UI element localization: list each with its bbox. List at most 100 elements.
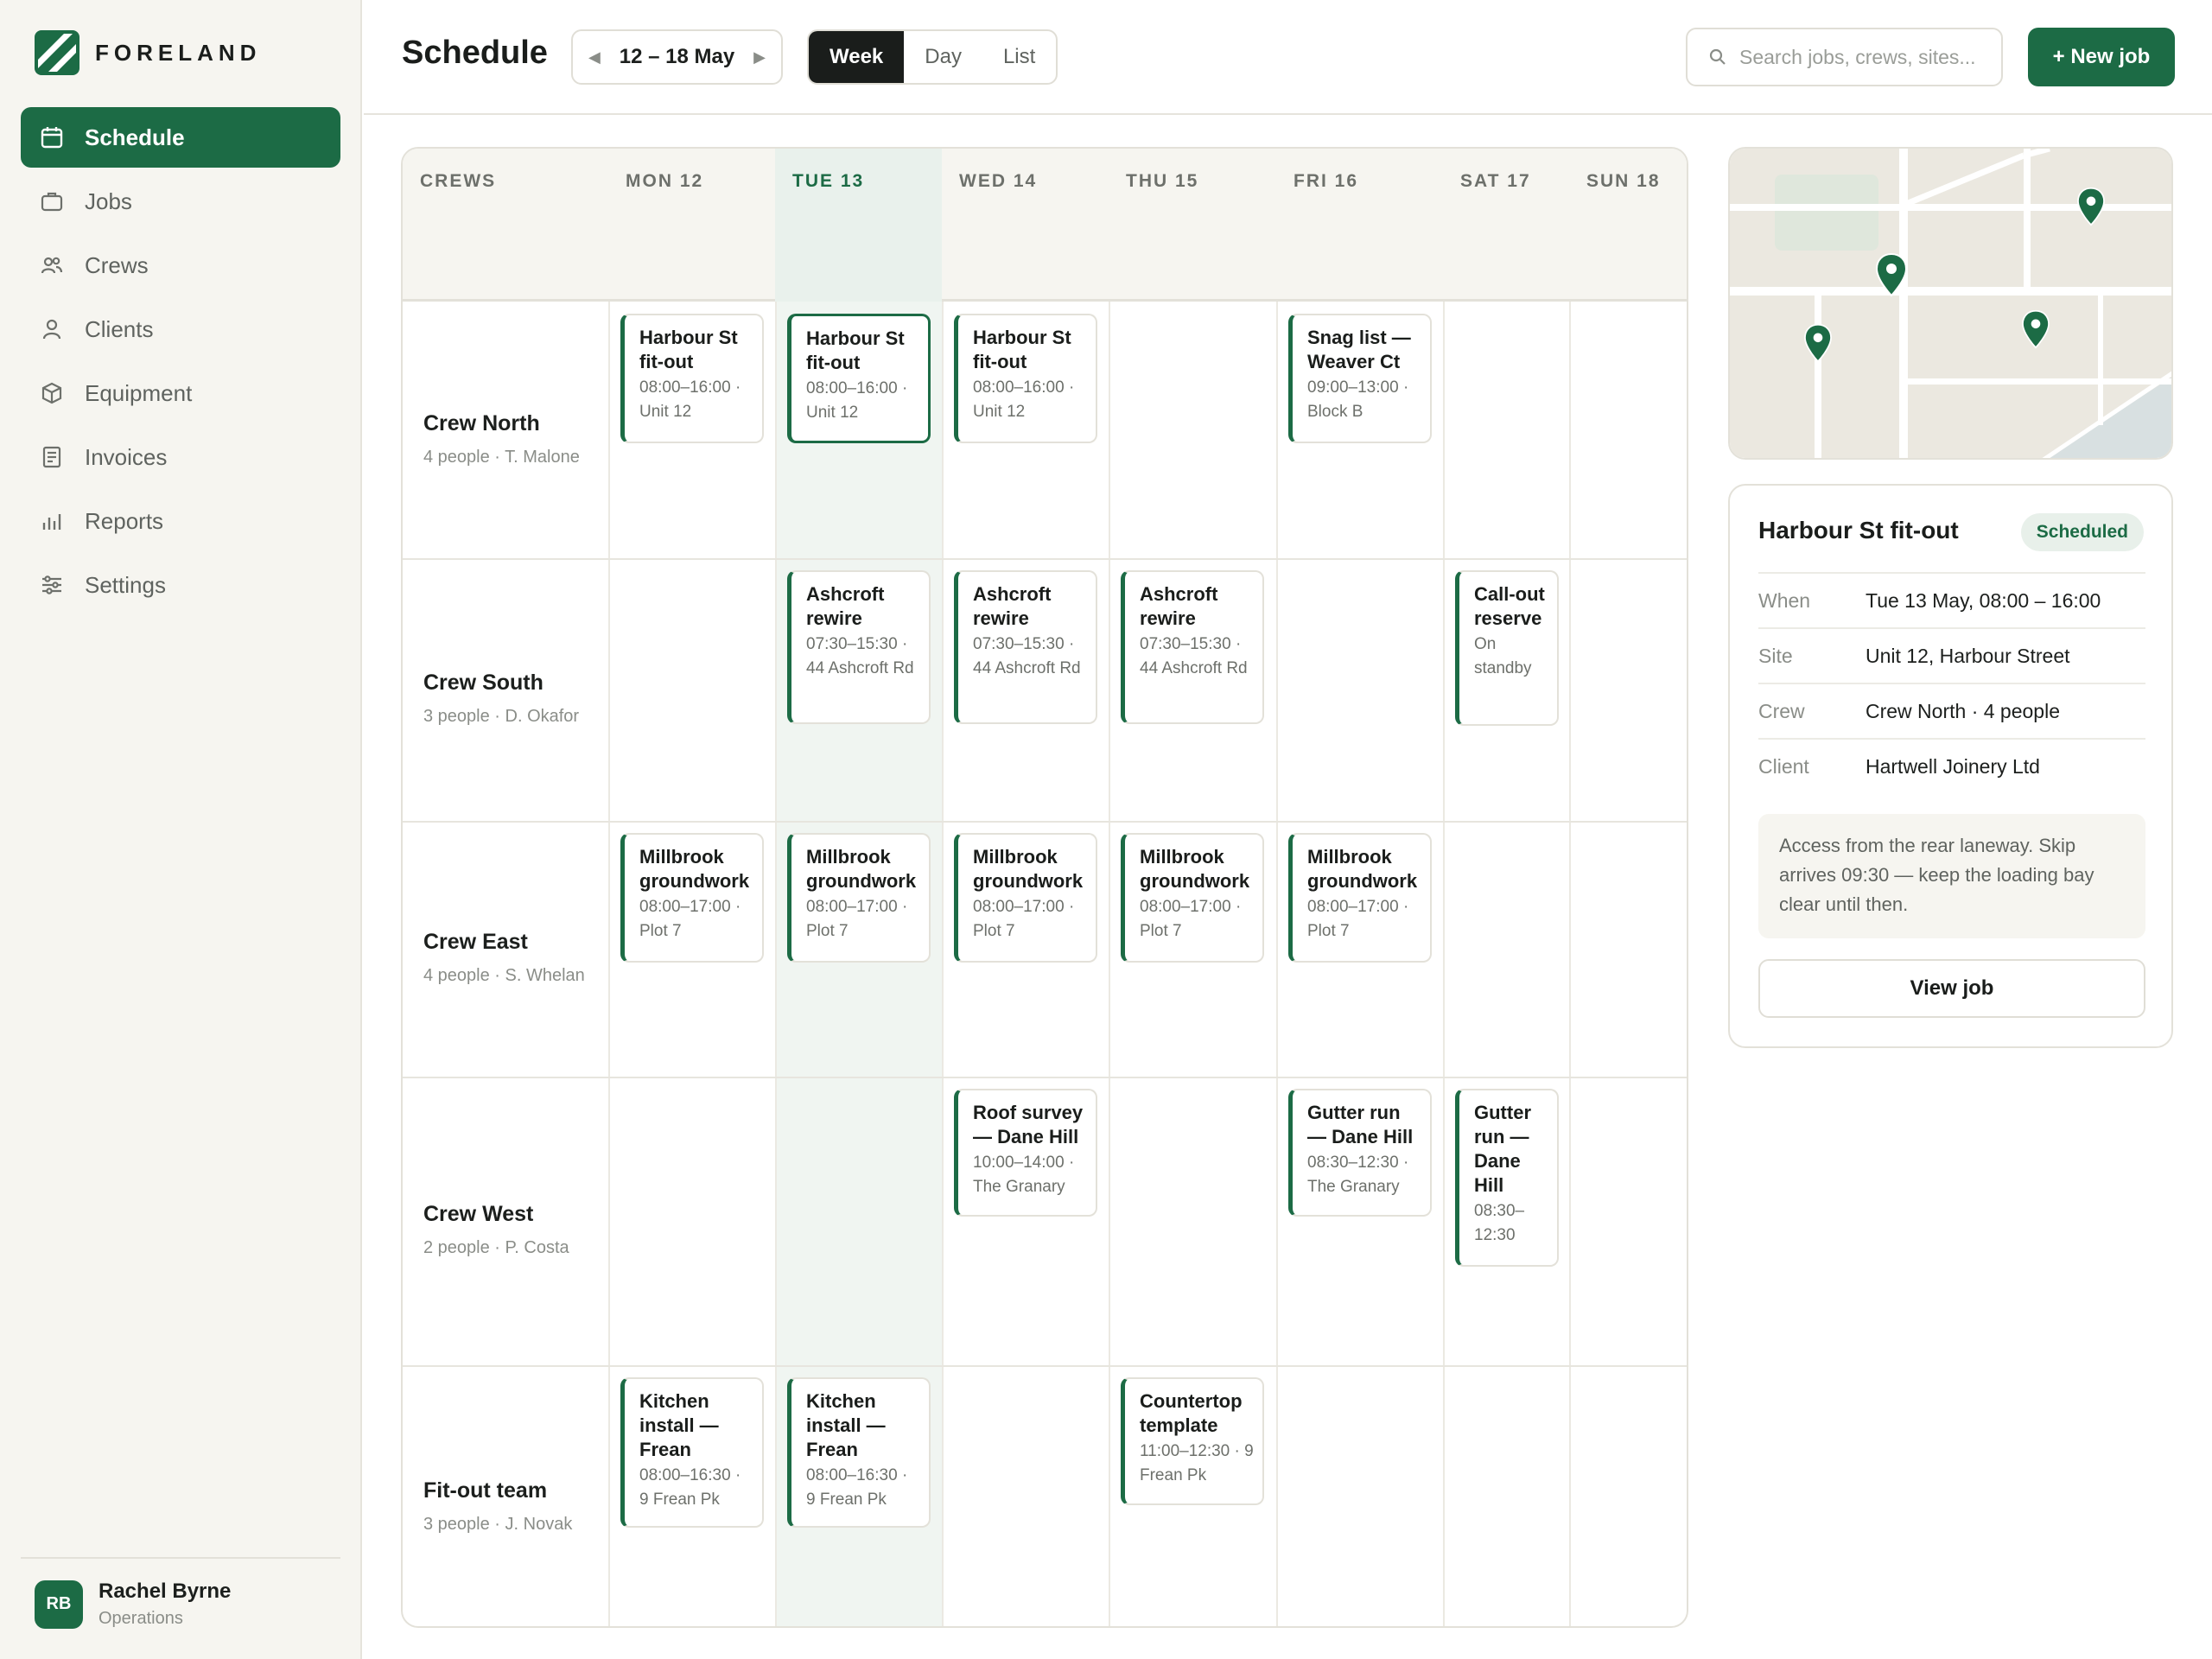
nav-item-jobs[interactable]: Jobs [21, 171, 340, 232]
sidebar: FORELAND Schedule Jobs Crews Clients Equ… [0, 0, 362, 1659]
crew-row-label[interactable]: Crew East 4 people · S. Whelan [423, 930, 596, 989]
crew-name: Fit-out team [423, 1478, 548, 1503]
day-header[interactable]: MON 12 [626, 171, 703, 192]
job-title: Harbour St fit-out [973, 327, 1071, 372]
avatar: RB [35, 1580, 83, 1629]
job-card[interactable]: Harbour St fit-out 08:00–16:00 · Unit 12 [787, 314, 931, 443]
job-title: Ashcroft rewire [973, 583, 1052, 629]
job-card[interactable]: Kitchen install — Frean 08:00–16:30 · 9 F… [620, 1377, 764, 1528]
job-title: Ashcroft rewire [806, 583, 885, 629]
main-nav: Schedule Jobs Crews Clients Equipment In… [21, 107, 340, 619]
job-card[interactable]: Millbrook groundwork 08:00–17:00 · Plot 7 [787, 833, 931, 963]
bar-chart-icon [38, 507, 66, 535]
day-header[interactable]: SAT 17 [1460, 171, 1531, 192]
detail-row-when: When Tue 13 May, 08:00 – 16:00 [1758, 572, 2145, 627]
calendar-icon [38, 124, 66, 151]
job-meta: 08:00–17:00 · Plot 7 [806, 898, 908, 940]
job-title: Kitchen install — Frean [639, 1390, 719, 1460]
map-canvas [1730, 149, 2171, 458]
nav-label: Crews [85, 251, 149, 278]
crew-row-label[interactable]: Crew West 2 people · P. Costa [423, 1202, 596, 1262]
job-card[interactable]: Millbrook groundwork 08:00–17:00 · Plot 7 [620, 833, 764, 963]
nav-item-settings[interactable]: Settings [21, 555, 340, 615]
day-header[interactable]: THU 15 [1126, 171, 1198, 192]
job-card[interactable]: Countertop template 11:00–12:30 · 9 Frean… [1121, 1377, 1264, 1505]
detail-value: Unit 12, Harbour Street [1866, 644, 2070, 667]
grid-column-divider [1276, 149, 1278, 1626]
job-title: Roof survey — Dane Hill [973, 1102, 1084, 1147]
day-header[interactable]: FRI 16 [1294, 171, 1358, 192]
nav-item-equipment[interactable]: Equipment [21, 363, 340, 423]
job-meta: 08:30–12:30 · The Granary [1307, 1154, 1409, 1196]
crew-meta: 3 people · D. Okafor [423, 707, 580, 726]
nav-label: Jobs [85, 188, 132, 214]
brand-logo[interactable]: FORELAND [35, 30, 261, 75]
grid-column-divider [1569, 149, 1571, 1626]
date-range-label: 12 – 18 May [619, 45, 735, 68]
view-day-button[interactable]: Day [904, 31, 982, 83]
nav-label: Schedule [85, 124, 185, 150]
map-pin-icon[interactable] [1802, 323, 1834, 363]
user-profile[interactable]: RB Rachel Byrne Operations [21, 1557, 340, 1629]
crew-name: Crew South [423, 671, 543, 695]
search-input[interactable] [1739, 45, 1999, 69]
detail-value: Tue 13 May, 08:00 – 16:00 [1866, 588, 2101, 612]
view-list-button[interactable]: List [982, 31, 1056, 83]
prev-week-icon[interactable]: ◀ [588, 48, 601, 67]
schedule-grid: CREWS MON 12 TUE 13 WED 14 THU 15 FRI 16 SAT … [401, 147, 1688, 1628]
nav-label: Settings [85, 571, 166, 598]
nav-item-schedule[interactable]: Schedule [21, 107, 340, 168]
job-card[interactable]: Gutter run — Dane Hill 08:30–12:30 · The … [1288, 1089, 1432, 1217]
grid-column-divider [1109, 149, 1110, 1626]
view-week-button[interactable]: Week [809, 31, 905, 83]
user-role: Operations [99, 1609, 183, 1628]
job-card[interactable]: Call-out reserve On standby [1455, 570, 1559, 726]
job-card[interactable]: Harbour St fit-out 08:00–16:00 · Unit 12 [620, 314, 764, 443]
nav-item-invoices[interactable]: Invoices [21, 427, 340, 487]
job-title: Gutter run — Dane Hill [1307, 1102, 1414, 1147]
detail-row-site: Site Unit 12, Harbour Street [1758, 627, 2145, 683]
job-card[interactable]: Ashcroft rewire 07:30–15:30 · 44 Ashcroft… [787, 570, 931, 724]
job-card[interactable]: Roof survey — Dane Hill 10:00–14:00 · The… [954, 1089, 1097, 1217]
map-pin-icon[interactable] [2020, 309, 2051, 349]
map-pin-icon[interactable] [1874, 252, 1909, 297]
job-title: Millbrook groundwork [1307, 846, 1418, 892]
job-map[interactable] [1728, 147, 2173, 460]
job-card[interactable]: Millbrook groundwork 08:00–17:00 · Plot 7 [954, 833, 1097, 963]
page-title: Schedule [402, 35, 548, 71]
job-card[interactable]: Millbrook groundwork 08:00–17:00 · Plot 7 [1121, 833, 1264, 963]
nav-item-crews[interactable]: Crews [21, 235, 340, 296]
view-job-button[interactable]: View job [1758, 959, 2145, 1018]
job-card[interactable]: Ashcroft rewire 07:30–15:30 · 44 Ashcroft… [1121, 570, 1264, 724]
job-meta: 09:00–13:00 · Block B [1307, 378, 1409, 421]
search-box [1686, 28, 2003, 86]
job-meta: 08:00–16:00 · Unit 12 [806, 379, 908, 422]
detail-label: Crew [1758, 699, 1805, 722]
job-card[interactable]: Millbrook groundwork 08:00–17:00 · Plot 7 [1288, 833, 1432, 963]
job-card[interactable]: Kitchen install — Frean 08:00–16:30 · 9 F… [787, 1377, 931, 1528]
grid-row-divider [403, 1077, 1687, 1078]
new-job-button[interactable]: + New job [2028, 28, 2175, 86]
grid-column-divider [775, 149, 777, 1626]
day-header[interactable]: SUN 18 [1586, 171, 1661, 192]
job-card[interactable]: Ashcroft rewire 07:30–15:30 · 44 Ashcroft… [954, 570, 1097, 724]
job-card[interactable]: Gutter run — Dane Hill 08:30–12:30 [1455, 1089, 1559, 1267]
job-title: Gutter run — Dane Hill [1474, 1102, 1531, 1196]
crews-column-header: CREWS [420, 171, 497, 191]
grid-row-divider [403, 558, 1687, 560]
job-card[interactable]: Harbour St fit-out 08:00–16:00 · Unit 12 [954, 314, 1097, 443]
job-title: Snag list — Weaver Ct [1307, 327, 1411, 372]
job-card[interactable]: Snag list — Weaver Ct 09:00–13:00 · Block… [1288, 314, 1432, 443]
next-week-icon[interactable]: ▶ [753, 48, 766, 67]
day-header[interactable]: TUE 13 [792, 171, 864, 192]
crew-row-label[interactable]: Crew North 4 people · T. Malone [423, 411, 596, 471]
crew-row-label[interactable]: Fit-out team 3 people · J. Novak [423, 1478, 596, 1538]
job-meta: 08:30–12:30 [1474, 1202, 1525, 1244]
nav-item-reports[interactable]: Reports [21, 491, 340, 551]
job-meta: 07:30–15:30 · 44 Ashcroft Rd [1140, 635, 1248, 677]
day-header[interactable]: WED 14 [959, 171, 1037, 192]
crew-row-label[interactable]: Crew South 3 people · D. Okafor [423, 671, 596, 730]
map-pin-icon[interactable] [2075, 187, 2107, 226]
job-meta: 08:00–16:00 · Unit 12 [639, 378, 741, 421]
nav-item-clients[interactable]: Clients [21, 299, 340, 359]
